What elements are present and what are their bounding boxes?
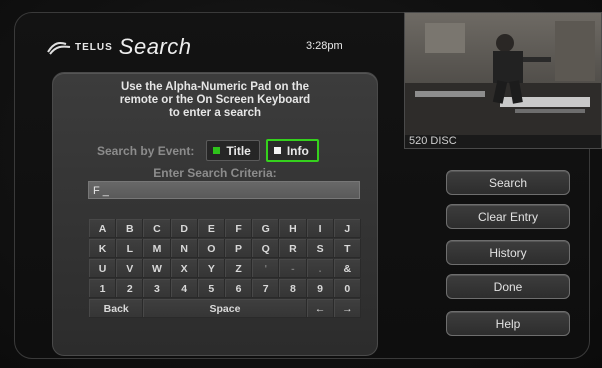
info-indicator-icon: [273, 147, 281, 154]
key-hyphen[interactable]: -: [279, 259, 307, 278]
key-space[interactable]: Space: [143, 299, 307, 318]
key-f[interactable]: F: [224, 219, 253, 238]
key-m[interactable]: M: [143, 239, 171, 258]
key-y[interactable]: Y: [197, 259, 225, 278]
channel-caption: 520 DISC: [409, 135, 457, 147]
key-t[interactable]: T: [333, 239, 361, 258]
key-7[interactable]: 7: [252, 279, 280, 298]
key-l[interactable]: L: [116, 239, 144, 258]
screen-background: TELUS Search 3:28pm Use the Alpha-Numeri…: [0, 0, 602, 368]
key-back[interactable]: Back: [89, 299, 144, 318]
search-by-event: Search by Event: Title Info: [97, 139, 325, 162]
instructions-line: Use the Alpha-Numeric Pad on the: [120, 81, 310, 93]
key-k[interactable]: K: [89, 239, 117, 258]
key-6[interactable]: 6: [224, 279, 253, 298]
key-n[interactable]: N: [170, 239, 198, 258]
key-9[interactable]: 9: [306, 279, 334, 298]
key-w[interactable]: W: [143, 259, 171, 278]
title-indicator-icon: [213, 147, 221, 154]
key-1[interactable]: 1: [89, 279, 117, 298]
key-5[interactable]: 5: [197, 279, 225, 298]
left-arrow-icon[interactable]: ←: [306, 299, 334, 318]
search-criteria-label: Enter Search Criteria:: [153, 166, 277, 180]
header: TELUS Search: [46, 34, 192, 60]
key-g[interactable]: G: [252, 219, 280, 238]
key-j[interactable]: J: [333, 219, 361, 238]
key-s[interactable]: S: [306, 239, 334, 258]
keyboard-row: U V W X Y Z ' - . &: [89, 259, 361, 278]
clock: 3:28pm: [306, 40, 343, 52]
instructions-line: to enter a search: [168, 107, 262, 119]
keyboard-row: 1 2 3 4 5 6 7 8 9 0: [89, 279, 361, 298]
keyboard-row: A B C D E F G H I J: [89, 219, 361, 238]
title-toggle[interactable]: Title: [206, 140, 260, 161]
title-toggle-label: Title: [226, 143, 251, 158]
search-button[interactable]: Search: [446, 170, 570, 195]
key-d[interactable]: D: [170, 219, 198, 238]
key-e[interactable]: E: [197, 219, 225, 238]
key-o[interactable]: O: [197, 239, 225, 258]
key-0[interactable]: 0: [333, 279, 361, 298]
instructions-line: remote or the On Screen Keyboard: [119, 94, 311, 106]
key-a[interactable]: A: [89, 219, 117, 238]
key-p[interactable]: P: [224, 239, 253, 258]
key-ampersand[interactable]: &: [333, 259, 361, 278]
key-8[interactable]: 8: [279, 279, 307, 298]
keyboard-row: Back Space ← →: [89, 299, 361, 318]
key-v[interactable]: V: [116, 259, 144, 278]
key-apostrophe[interactable]: ': [252, 259, 280, 278]
instructions: Use the Alpha-Numeric Pad on the remote …: [53, 81, 377, 120]
key-x[interactable]: X: [170, 259, 198, 278]
key-period[interactable]: .: [306, 259, 334, 278]
brand-name: TELUS: [75, 41, 113, 53]
page-title: Search: [118, 34, 192, 59]
key-b[interactable]: B: [116, 219, 144, 238]
search-panel: Use the Alpha-Numeric Pad on the remote …: [52, 72, 378, 356]
on-screen-keyboard: A B C D E F G H I J K L M N O P Q R S T …: [89, 219, 361, 319]
key-z[interactable]: Z: [224, 259, 253, 278]
video-preview-image: [405, 13, 601, 135]
info-toggle[interactable]: Info: [265, 139, 319, 162]
search-by-event-label: Search by Event:: [97, 143, 195, 158]
key-u[interactable]: U: [89, 259, 117, 278]
key-q[interactable]: Q: [252, 239, 280, 258]
key-3[interactable]: 3: [143, 279, 171, 298]
key-c[interactable]: C: [143, 219, 171, 238]
key-r[interactable]: R: [279, 239, 307, 258]
search-input[interactable]: F _: [88, 181, 360, 199]
key-2[interactable]: 2: [116, 279, 144, 298]
done-button[interactable]: Done: [446, 274, 570, 299]
help-button[interactable]: Help: [446, 311, 570, 336]
telus-logo-icon: [46, 38, 72, 56]
key-i[interactable]: I: [306, 219, 334, 238]
info-toggle-label: Info: [286, 143, 309, 158]
key-4[interactable]: 4: [170, 279, 198, 298]
key-h[interactable]: H: [279, 219, 307, 238]
live-tv-preview: 520 DISC: [404, 12, 602, 149]
keyboard-row: K L M N O P Q R S T: [89, 239, 361, 258]
clear-entry-button[interactable]: Clear Entry: [446, 204, 570, 229]
history-button[interactable]: History: [446, 240, 570, 265]
right-arrow-icon[interactable]: →: [333, 299, 361, 318]
